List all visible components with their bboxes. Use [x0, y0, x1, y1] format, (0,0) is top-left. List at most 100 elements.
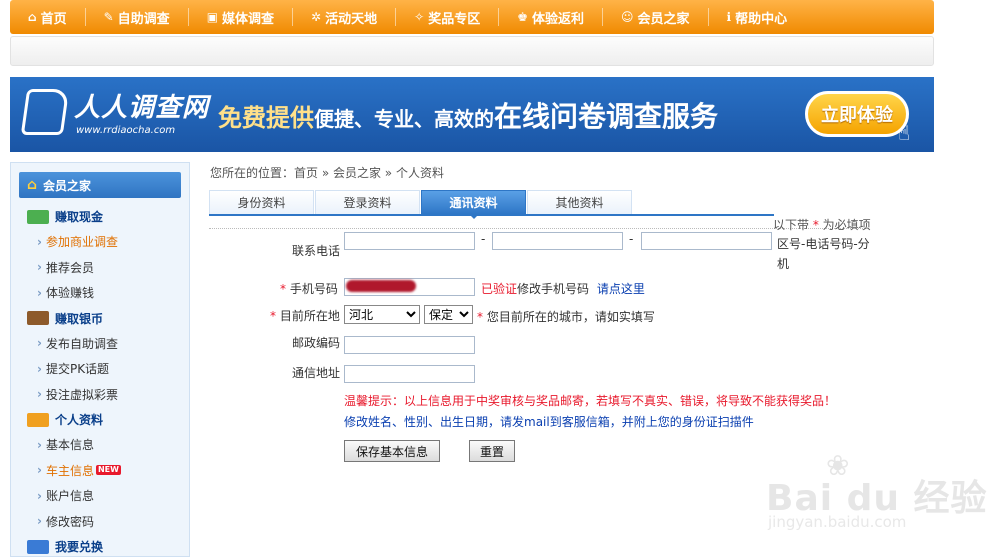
- sidebar-item[interactable]: 投注虚拟彩票: [11, 382, 189, 408]
- phone-hint: 区号-电话号码-分机: [777, 234, 873, 274]
- phone-hint-text: 区号-电话号码-分机: [777, 237, 870, 271]
- required-note-prefix: 以下带: [773, 218, 810, 232]
- save-basic-info-button[interactable]: 保存基本信息: [344, 440, 440, 462]
- sidebar-menu: 赚取现金参加商业调查推荐会员体验赚钱赚取银币发布自助调查提交PK话题投注虚拟彩票…: [11, 204, 189, 559]
- province-select[interactable]: 河北: [344, 305, 420, 324]
- nav-item-label: 活动天地: [325, 11, 378, 27]
- location-hint-text: 您目前所在的城市，请如实填写: [486, 310, 655, 324]
- location-hint: * 您目前所在的城市，请如实填写: [477, 308, 655, 325]
- dotted-divider: [209, 228, 869, 229]
- hand-cursor-icon: ☝: [898, 121, 911, 145]
- activity-icon: ✲: [311, 10, 322, 24]
- sidebar-item[interactable]: 修改密码: [11, 509, 189, 535]
- nav-item-6[interactable]: ☺ 会员之家: [603, 8, 708, 27]
- sidebar-section-0[interactable]: 赚取现金: [11, 204, 189, 229]
- phone-ext-input[interactable]: [641, 232, 772, 250]
- try-now-button[interactable]: 立即体验: [805, 91, 909, 137]
- address-input[interactable]: [344, 365, 475, 383]
- city-select[interactable]: 保定: [424, 305, 473, 324]
- nav-item-7[interactable]: ℹ 帮助中心: [709, 8, 806, 27]
- redacted-phone-number: [346, 280, 416, 292]
- verified-text: 已验证: [481, 282, 518, 296]
- sidebar: ⌂ 会员之家 赚取现金参加商业调查推荐会员体验赚钱赚取银币发布自助调查提交PK话…: [10, 162, 190, 557]
- phone-number-input[interactable]: [492, 232, 623, 250]
- sidebar-section-3[interactable]: 我要兑换: [11, 534, 189, 559]
- sidebar-item-label: 投注虚拟彩票: [45, 387, 118, 402]
- site-banner: 人人调查网 www.rrdiaocha.com 免费提供便捷、专业、高效的在线问…: [10, 77, 934, 152]
- nav-item-label: 会员之家: [637, 11, 690, 27]
- dash-2: -: [629, 232, 634, 246]
- member-icon: ☺: [620, 10, 634, 24]
- sidebar-item[interactable]: 推荐会员: [11, 255, 189, 281]
- nav-item-label: 自助调查: [117, 11, 170, 27]
- pen-icon: ✎: [103, 10, 114, 24]
- tab-3[interactable]: 其他资料: [527, 190, 632, 214]
- sidebar-header[interactable]: ⌂ 会员之家: [19, 172, 181, 198]
- sidebar-section-title: 我要兑换: [55, 540, 104, 554]
- sidebar-item-label: 账户信息: [45, 489, 94, 504]
- home-icon: ⌂: [28, 10, 37, 24]
- top-nav: ⌂ 首页 ✎ 自助调查 ▣ 媒体调查 ✲ 活动天地 ✧ 奖品专区 ♚ 体验返利 ☺ 会员之家 ℹ 帮助中心: [10, 0, 934, 34]
- required-note: 以下带 * 为必填项: [773, 216, 871, 233]
- slogan-part-c: 在线问卷调查服务: [494, 100, 719, 133]
- prize-icon: ✧: [414, 10, 425, 24]
- mobile-status: 已验证修改手机号码 请点这里: [481, 280, 645, 297]
- sidebar-item-label: 基本信息: [45, 438, 94, 453]
- home-icon: ⌂: [27, 177, 38, 193]
- mobile-label: 手机号码: [289, 282, 338, 296]
- nav-item-5[interactable]: ♚ 体验返利: [499, 8, 602, 27]
- sidebar-item-label: 车主信息: [45, 463, 94, 478]
- location-label-wrap: * 目前所在地: [270, 307, 340, 324]
- sidebar-section-2[interactable]: 个人资料: [11, 407, 189, 432]
- sidebar-item[interactable]: 提交PK话题: [11, 356, 189, 382]
- sidebar-item-label: 提交PK话题: [45, 362, 110, 377]
- nav-item-4[interactable]: ✧ 奖品专区: [396, 8, 498, 27]
- sidebar-item[interactable]: 发布自助调查: [11, 331, 189, 357]
- dash-1: -: [481, 232, 486, 246]
- reset-button[interactable]: 重置: [469, 440, 515, 462]
- help-icon: ℹ: [726, 10, 732, 24]
- tab-underline: [209, 214, 774, 216]
- sidebar-item[interactable]: 车主信息NEW: [11, 458, 189, 484]
- logo-mark-icon: [20, 89, 70, 135]
- click-here-link[interactable]: 请点这里: [597, 282, 645, 296]
- nav-item-label: 奖品专区: [428, 11, 481, 27]
- sidebar-item-label: 修改密码: [45, 514, 94, 529]
- sidebar-section-title: 个人资料: [55, 413, 104, 427]
- tab-1[interactable]: 登录资料: [315, 190, 420, 214]
- section-icon: [27, 311, 49, 325]
- sidebar-item[interactable]: 体验赚钱: [11, 280, 189, 306]
- zip-input[interactable]: [344, 336, 475, 354]
- required-star: *: [812, 218, 819, 232]
- nav-item-2[interactable]: ▣ 媒体调查: [189, 8, 292, 27]
- sidebar-item[interactable]: 账户信息: [11, 483, 189, 509]
- sidebar-item[interactable]: 基本信息: [11, 432, 189, 458]
- sidebar-item[interactable]: 参加商业调查: [11, 229, 189, 255]
- logo-url: www.rrdiaocha.com: [76, 125, 176, 136]
- phone-area-input[interactable]: [344, 232, 475, 250]
- nav-item-0[interactable]: ⌂ 首页: [10, 8, 85, 27]
- sub-nav-strip: [10, 36, 934, 66]
- tab-0[interactable]: 身份资料: [209, 190, 314, 214]
- sidebar-section-1[interactable]: 赚取银币: [11, 306, 189, 331]
- address-label: 通信地址: [292, 366, 341, 380]
- change-mobile-text: 修改手机号码: [517, 282, 590, 296]
- nav-item-3[interactable]: ✲ 活动天地: [293, 8, 395, 27]
- nav-item-label: 帮助中心: [735, 11, 788, 27]
- location-label: 目前所在地: [279, 309, 340, 323]
- nav-item-1[interactable]: ✎ 自助调查: [86, 8, 188, 27]
- section-icon: [27, 412, 49, 427]
- sidebar-section-title: 赚取银币: [55, 311, 104, 326]
- gift-icon: ♚: [517, 10, 528, 24]
- tab-2[interactable]: 通讯资料: [421, 190, 526, 219]
- section-icon: [27, 209, 49, 224]
- sidebar-section-title: 赚取现金: [55, 210, 104, 224]
- sidebar-item-label: 参加商业调查: [45, 235, 118, 250]
- location-hint-star: *: [477, 310, 483, 324]
- nav-item-label: 媒体调查: [222, 11, 275, 27]
- phone-label: 联系电话: [292, 244, 341, 258]
- profile-tabs: 身份资料 登录资料 通讯资料 其他资料: [209, 190, 633, 219]
- nav-item-label: 体验返利: [531, 11, 584, 27]
- watermark-url: jingyan.baidu.com: [768, 513, 907, 531]
- required-note-suffix: 为必填项: [822, 218, 871, 232]
